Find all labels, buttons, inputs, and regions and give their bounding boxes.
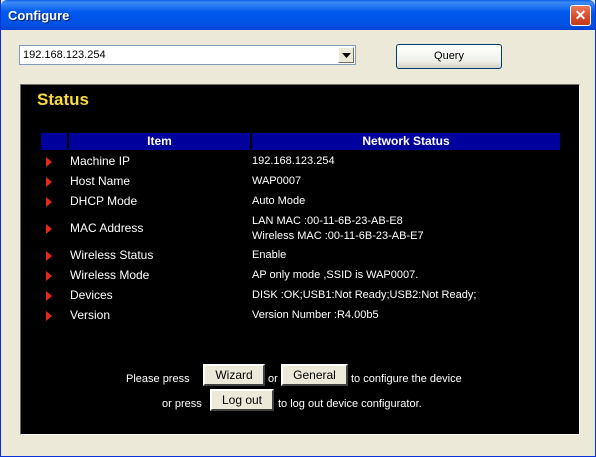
row-value: DISK :OK;USB1:Not Ready;USB2:Not Ready;	[252, 289, 477, 301]
row-item-label: DHCP Mode	[70, 194, 138, 208]
red-triangle-bullet-icon	[46, 311, 52, 321]
wizard-button[interactable]: Wizard	[203, 364, 265, 386]
window-title: Configure	[8, 8, 70, 23]
table-header-marker-cell	[41, 133, 67, 150]
row-value: Auto Mode	[252, 195, 306, 207]
row-item-label: MAC Address	[70, 221, 144, 235]
query-button[interactable]: Query	[396, 44, 502, 69]
footer-text-or-press: or press	[162, 398, 202, 410]
close-button[interactable]: ✕	[570, 5, 591, 26]
row-value: AP only mode ,SSID is WAP0007.	[252, 269, 419, 281]
row-item-label: Machine IP	[70, 154, 131, 168]
row-value-secondary: Wireless MAC :00-11-6B-23-AB-E7	[252, 230, 424, 242]
row-item-label: Wireless Mode	[70, 268, 150, 282]
title-bar[interactable]: Configure ✕	[1, 0, 595, 30]
device-select[interactable]: 192.168.123.254	[19, 45, 356, 65]
red-triangle-bullet-icon	[46, 251, 52, 261]
column-header-network-status: Network Status	[252, 133, 560, 150]
row-value: LAN MAC :00-11-6B-23-AB-E8	[252, 215, 403, 227]
row-item-label: Wireless Status	[70, 248, 154, 262]
footer-text-logout: to log out device configurator.	[278, 398, 422, 410]
chevron-down-icon	[342, 53, 351, 58]
status-panel: Status Item Network Status Machine IP 19…	[20, 84, 580, 435]
configure-window: Configure ✕ 192.168.123.254 Query Status…	[0, 0, 596, 457]
logout-button[interactable]: Log out	[210, 389, 274, 411]
column-header-item: Item	[69, 133, 250, 150]
red-triangle-bullet-icon	[46, 271, 52, 281]
footer-text-please-press: Please press	[126, 373, 190, 385]
red-triangle-bullet-icon	[46, 177, 52, 187]
row-value: 192.168.123.254	[252, 155, 335, 167]
footer-text-configure: to configure the device	[351, 373, 462, 385]
status-heading: Status	[37, 90, 89, 109]
red-triangle-bullet-icon	[46, 224, 52, 234]
row-item-label: Version	[70, 308, 111, 322]
footer-text-or: or	[268, 373, 278, 385]
red-triangle-bullet-icon	[46, 197, 52, 207]
row-item-label: Devices	[70, 288, 113, 302]
row-value: WAP0007	[252, 175, 302, 187]
device-select-value: 192.168.123.254	[23, 49, 106, 61]
row-value: Version Number :R4.00b5	[252, 309, 379, 321]
red-triangle-bullet-icon	[46, 291, 52, 301]
row-item-label: Host Name	[70, 174, 131, 188]
close-icon: ✕	[574, 7, 587, 23]
general-button[interactable]: General	[281, 364, 348, 386]
row-value: Enable	[252, 249, 287, 261]
red-triangle-bullet-icon	[46, 157, 52, 167]
dropdown-button[interactable]	[338, 47, 354, 63]
